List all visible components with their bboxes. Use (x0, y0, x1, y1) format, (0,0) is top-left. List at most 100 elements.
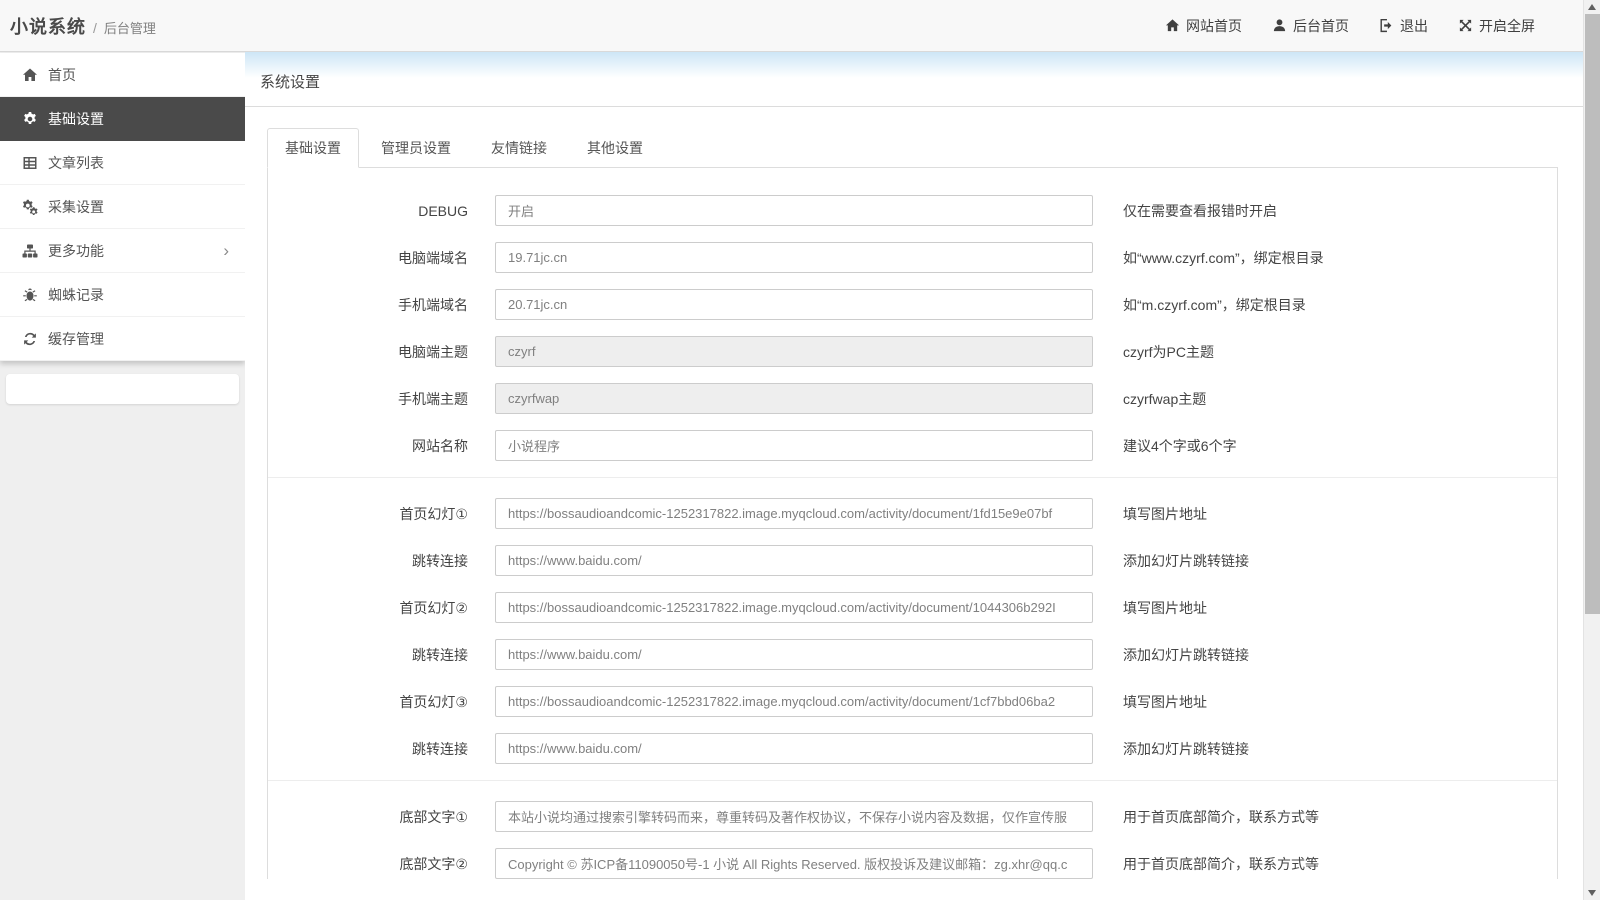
cogs-icon (22, 199, 38, 215)
header-nav: 网站首页 后台首页 退出 开启全屏 (1165, 16, 1535, 36)
site-name-input[interactable] (495, 430, 1093, 461)
form-row: 电脑端域名 如“www.czyrf.com”，绑定根目录 (268, 242, 1557, 273)
sidebar-item-label: 基础设置 (48, 110, 104, 127)
field-hint: 添加幻灯片跳转链接 (1123, 552, 1249, 569)
field-hint: 添加幻灯片跳转链接 (1123, 646, 1249, 663)
tab-other-settings[interactable]: 其他设置 (569, 128, 661, 168)
sidebar-item-home[interactable]: 首页 (0, 53, 245, 97)
sidebar-item-basic-settings[interactable]: 基础设置 (0, 97, 245, 141)
sidebar-item-label: 采集设置 (48, 198, 104, 215)
field-label: 跳转连接 (412, 646, 468, 663)
sidebar-menu: 首页 基础设置 文章列表 采集设置 更多功能 › 蜘蛛记录 缓存管理 (0, 53, 245, 361)
field-hint: czyrf为PC主题 (1123, 343, 1214, 360)
field-label: DEBUG (418, 202, 468, 219)
sign-out-icon (1379, 18, 1394, 33)
field-hint: 添加幻灯片跳转链接 (1123, 740, 1249, 757)
mobile-theme-input (495, 383, 1093, 414)
sidebar-item-collect-settings[interactable]: 采集设置 (0, 185, 245, 229)
slide3-url-input[interactable] (495, 686, 1093, 717)
nav-fullscreen[interactable]: 开启全屏 (1458, 16, 1535, 36)
slide3-link-input[interactable] (495, 733, 1093, 764)
user-icon (1272, 18, 1287, 33)
form-row: 网站名称 建议4个字或6个字 (268, 430, 1557, 461)
tabs-area: 基础设置 管理员设置 友情链接 其他设置 DEBUG 仅在需要查看报错时开启 电… (267, 128, 1558, 879)
pc-domain-input[interactable] (495, 242, 1093, 273)
form-row: DEBUG 仅在需要查看报错时开启 (268, 195, 1557, 226)
tab-friend-links[interactable]: 友情链接 (473, 128, 565, 168)
page: 小说系统 / 后台管理 网站首页 后台首页 退出 开启全屏 首页 基础设置 文章… (0, 0, 1600, 900)
scroll-up-button[interactable] (1584, 0, 1600, 14)
sidebar-item-cache-management[interactable]: 缓存管理 (0, 317, 245, 361)
pc-theme-input (495, 336, 1093, 367)
form-row: 底部文字① 用于首页底部简介，联系方式等 (268, 801, 1557, 832)
field-label: 跳转连接 (412, 740, 468, 757)
breadcrumb-separator: / (93, 19, 97, 36)
form-row: 电脑端主题 czyrf为PC主题 (268, 336, 1557, 367)
slide2-link-input[interactable] (495, 639, 1093, 670)
app-title: 小说系统 (10, 16, 86, 37)
form-row: 首页幻灯② 填写图片地址 (268, 592, 1557, 623)
footer-text2-input[interactable] (495, 848, 1093, 879)
field-label: 底部文字② (399, 855, 468, 872)
table-icon (22, 155, 38, 171)
sidebar-item-label: 蜘蛛记录 (48, 286, 104, 303)
sidebar-item-article-list[interactable]: 文章列表 (0, 141, 245, 185)
field-label: 电脑端域名 (398, 249, 468, 266)
breadcrumb: 后台管理 (103, 20, 156, 36)
home-icon (1165, 18, 1180, 33)
form-row: 手机端域名 如“m.czyrf.com”，绑定根目录 (268, 289, 1557, 320)
top-header: 小说系统 / 后台管理 网站首页 后台首页 退出 开启全屏 (0, 0, 1583, 52)
sidebar-item-spider-log[interactable]: 蜘蛛记录 (0, 273, 245, 317)
section-divider (268, 477, 1557, 478)
nav-site-home[interactable]: 网站首页 (1165, 16, 1242, 36)
field-label: 首页幻灯① (399, 505, 468, 522)
page-title: 系统设置 (245, 52, 1583, 107)
main-panel: 系统设置 基础设置 管理员设置 友情链接 其他设置 DEBUG 仅在需要查看报错… (245, 52, 1583, 900)
field-label: 首页幻灯③ (399, 693, 468, 710)
sidebar-item-label: 缓存管理 (48, 330, 104, 347)
field-hint: 填写图片地址 (1123, 505, 1207, 522)
mobile-domain-input[interactable] (495, 289, 1093, 320)
field-label: 电脑端主题 (398, 343, 468, 360)
field-label: 手机端主题 (398, 390, 468, 407)
scrollbar-thumb[interactable] (1585, 14, 1600, 614)
home-icon (22, 67, 38, 83)
gear-icon (22, 111, 38, 127)
field-label: 手机端域名 (398, 296, 468, 313)
sitemap-icon (22, 243, 38, 259)
form-row: 手机端主题 czyrfwap主题 (268, 383, 1557, 414)
field-label: 首页幻灯② (399, 599, 468, 616)
sidebar-item-label: 更多功能 (48, 242, 104, 259)
field-label: 底部文字① (399, 808, 468, 825)
scroll-down-button[interactable] (1584, 886, 1600, 900)
slide1-url-input[interactable] (495, 498, 1093, 529)
sidebar: 首页 基础设置 文章列表 采集设置 更多功能 › 蜘蛛记录 缓存管理 (0, 53, 245, 404)
sidebar-item-label: 首页 (48, 66, 76, 83)
form-row: 首页幻灯③ 填写图片地址 (268, 686, 1557, 717)
nav-site-home-label: 网站首页 (1186, 17, 1242, 34)
fullscreen-icon (1458, 18, 1473, 33)
field-hint: 仅在需要查看报错时开启 (1123, 202, 1277, 219)
field-label: 网站名称 (412, 437, 468, 454)
vertical-scrollbar[interactable] (1583, 0, 1600, 900)
debug-input[interactable] (495, 195, 1093, 226)
field-hint: 填写图片地址 (1123, 599, 1207, 616)
footer-text1-input[interactable] (495, 801, 1093, 832)
tab-basic-settings[interactable]: 基础设置 (267, 128, 359, 168)
section-divider (268, 780, 1557, 781)
field-hint: 建议4个字或6个字 (1123, 437, 1237, 454)
tab-bar: 基础设置 管理员设置 友情链接 其他设置 (267, 128, 1558, 168)
scroll-up-arrow-icon (1588, 4, 1596, 10)
slide2-url-input[interactable] (495, 592, 1093, 623)
field-hint: czyrfwap主题 (1123, 390, 1207, 407)
refresh-icon (22, 331, 38, 347)
nav-logout-label: 退出 (1400, 17, 1428, 34)
nav-admin-home-label: 后台首页 (1293, 17, 1349, 34)
field-hint: 填写图片地址 (1123, 693, 1207, 710)
tab-admin-settings[interactable]: 管理员设置 (363, 128, 469, 168)
slide1-link-input[interactable] (495, 545, 1093, 576)
nav-admin-home[interactable]: 后台首页 (1272, 16, 1349, 36)
field-hint: 如“m.czyrf.com”，绑定根目录 (1123, 296, 1306, 313)
sidebar-item-more-features[interactable]: 更多功能 › (0, 229, 245, 273)
nav-logout[interactable]: 退出 (1379, 16, 1428, 36)
